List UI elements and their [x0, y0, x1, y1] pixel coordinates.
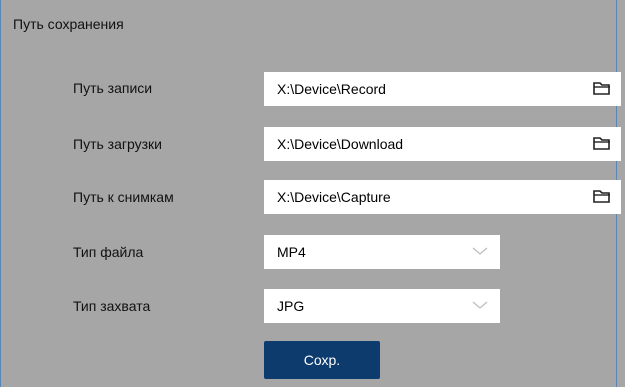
save-button[interactable]: Сохр. — [264, 341, 380, 379]
settings-panel: Путь сохранения Путь записи X:\Device\Re… — [0, 0, 621, 387]
folder-icon[interactable] — [593, 81, 611, 96]
capture-path-value: X:\Device\Capture — [277, 189, 391, 205]
capture-type-value: JPG — [277, 298, 305, 314]
chevron-down-icon[interactable] — [472, 300, 488, 310]
capture-path-label: Путь к снимкам — [73, 189, 174, 205]
record-path-value: X:\Device\Record — [277, 81, 386, 97]
file-type-select[interactable]: MP4 — [264, 235, 500, 269]
folder-icon[interactable] — [593, 136, 611, 151]
capture-type-label: Тип захвата — [73, 298, 151, 314]
record-path-field[interactable]: X:\Device\Record — [264, 72, 621, 106]
download-path-value: X:\Device\Download — [277, 136, 404, 152]
capture-path-field[interactable]: X:\Device\Capture — [264, 180, 621, 214]
chevron-down-icon[interactable] — [472, 246, 488, 256]
capture-type-select[interactable]: JPG — [264, 289, 500, 323]
panel-title: Путь сохранения — [13, 16, 124, 32]
file-type-label: Тип файла — [73, 244, 144, 260]
file-type-value: MP4 — [277, 244, 306, 260]
folder-icon[interactable] — [593, 189, 611, 204]
record-path-label: Путь записи — [73, 80, 153, 96]
download-path-field[interactable]: X:\Device\Download — [264, 127, 621, 161]
download-path-label: Путь загрузки — [73, 136, 162, 152]
